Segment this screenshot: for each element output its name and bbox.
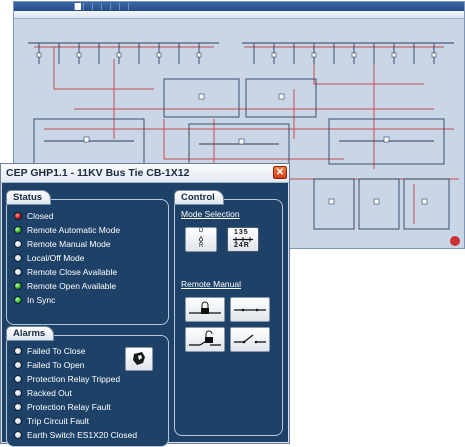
alarm-led-off-icon xyxy=(14,346,22,355)
alarm-row: Trip Circuit Fault xyxy=(14,414,89,427)
status-label: In Sync xyxy=(27,294,56,305)
remote-manual-label: Remote Manual xyxy=(181,279,242,289)
alarm-led-off-icon xyxy=(14,388,22,397)
background-footer-logo xyxy=(450,236,460,246)
breaker-open-icon xyxy=(234,334,266,344)
status-led-green-icon xyxy=(14,281,22,290)
alarm-led-off-icon xyxy=(14,360,22,369)
remote-open-button[interactable] xyxy=(230,327,270,352)
alarm-label: Racked Out xyxy=(27,387,72,398)
background-tabs xyxy=(74,3,135,10)
background-tab[interactable] xyxy=(101,3,108,10)
status-label: Closed xyxy=(27,210,54,221)
status-led-red-icon xyxy=(14,211,22,220)
status-led-off-icon xyxy=(14,253,22,262)
padlock-open-icon xyxy=(189,330,221,346)
status-row: Remote Automatic Mode xyxy=(14,223,120,236)
background-tab[interactable] xyxy=(92,3,99,10)
status-row: In Sync xyxy=(14,293,55,306)
alarm-label: Failed To Open xyxy=(27,359,85,370)
background-tab[interactable] xyxy=(83,3,90,10)
mode-selection-label: Mode Selection xyxy=(181,209,240,219)
status-led-green-icon xyxy=(14,295,22,304)
background-toolbar xyxy=(14,11,464,19)
alarm-row: Earth Switch ES1X20 Closed xyxy=(14,428,137,441)
status-panel: Status Closed Remote Automatic Mode Remo… xyxy=(6,190,169,325)
alarm-label: Protection Relay Tripped xyxy=(27,373,121,384)
status-led-off-icon xyxy=(14,239,22,248)
status-row: Remote Open Available xyxy=(14,279,116,292)
breaker-closed-icon xyxy=(234,308,266,312)
background-tab[interactable] xyxy=(74,3,81,10)
background-titlebar xyxy=(14,2,464,11)
close-button[interactable]: ✕ xyxy=(273,166,287,179)
alarm-acknowledge-icon xyxy=(133,352,145,365)
mode-switch-top-label: D xyxy=(199,228,204,234)
mode-dial-top-label: 135 xyxy=(234,229,249,236)
status-label: Remote Open Available xyxy=(27,280,117,291)
status-label: Remote Manual Mode xyxy=(27,238,111,249)
alarm-led-off-icon xyxy=(14,416,22,425)
alarm-acknowledge-button[interactable] xyxy=(125,347,153,371)
remote-close-button[interactable] xyxy=(230,297,270,322)
control-panel: Control Mode Selection D R 135 24R Remot… xyxy=(174,190,283,436)
status-label: Remote Automatic Mode xyxy=(27,224,121,235)
status-row: Closed xyxy=(14,209,53,222)
breaker-dialog: CEP GHP1.1 - 11KV Bus Tie CB-1X12 ✕ Stat… xyxy=(0,163,290,447)
mode-dial-button[interactable]: 135 24R xyxy=(227,227,259,252)
control-section-tab: Control xyxy=(174,190,224,205)
alarm-row: Protection Relay Tripped xyxy=(14,372,120,385)
alarm-led-off-icon xyxy=(14,374,22,383)
mode-switch-button[interactable]: D R xyxy=(185,227,217,252)
status-label: Local/Off Mode xyxy=(27,252,85,263)
status-led-green-icon xyxy=(14,225,22,234)
remote-open-lock-button[interactable] xyxy=(185,327,225,352)
status-row: Remote Close Available xyxy=(14,265,117,278)
background-tab[interactable] xyxy=(110,3,117,10)
alarm-label: Failed To Close xyxy=(27,345,86,356)
background-tab[interactable] xyxy=(128,3,135,10)
alarm-label: Trip Circuit Fault xyxy=(27,415,90,426)
alarm-label: Protection Relay Fault xyxy=(27,401,111,412)
remote-close-lock-button[interactable] xyxy=(185,297,225,322)
company-logo-icon xyxy=(450,236,460,246)
padlock-closed-icon xyxy=(189,301,221,314)
status-label: Remote Close Available xyxy=(27,266,118,277)
alarm-row: Failed To Close xyxy=(14,344,85,357)
status-led-off-icon xyxy=(14,267,22,276)
alarm-row: Failed To Open xyxy=(14,358,85,371)
alarm-row: Protection Relay Fault xyxy=(14,400,111,413)
dialog-title: CEP GHP1.1 - 11KV Bus Tie CB-1X12 xyxy=(6,167,190,179)
mode-switch-bottom-label: R xyxy=(199,243,204,249)
alarm-row: Racked Out xyxy=(14,386,72,399)
alarm-label: Earth Switch ES1X20 Closed xyxy=(27,429,138,440)
alarms-panel: Alarms Failed To Close Failed To Open Pr… xyxy=(6,326,169,447)
background-tab[interactable] xyxy=(119,3,126,10)
dialog-titlebar[interactable]: CEP GHP1.1 - 11KV Bus Tie CB-1X12 ✕ xyxy=(1,164,289,183)
alarm-led-off-icon xyxy=(14,430,22,439)
dialog-body: Status Closed Remote Automatic Mode Remo… xyxy=(2,183,288,447)
status-row: Remote Manual Mode xyxy=(14,237,111,250)
status-row: Local/Off Mode xyxy=(14,251,85,264)
mode-dial-bottom-label: 24R xyxy=(234,242,250,249)
status-section-tab: Status xyxy=(6,190,52,205)
alarm-led-off-icon xyxy=(14,402,22,411)
alarms-section-tab: Alarms xyxy=(6,326,55,341)
